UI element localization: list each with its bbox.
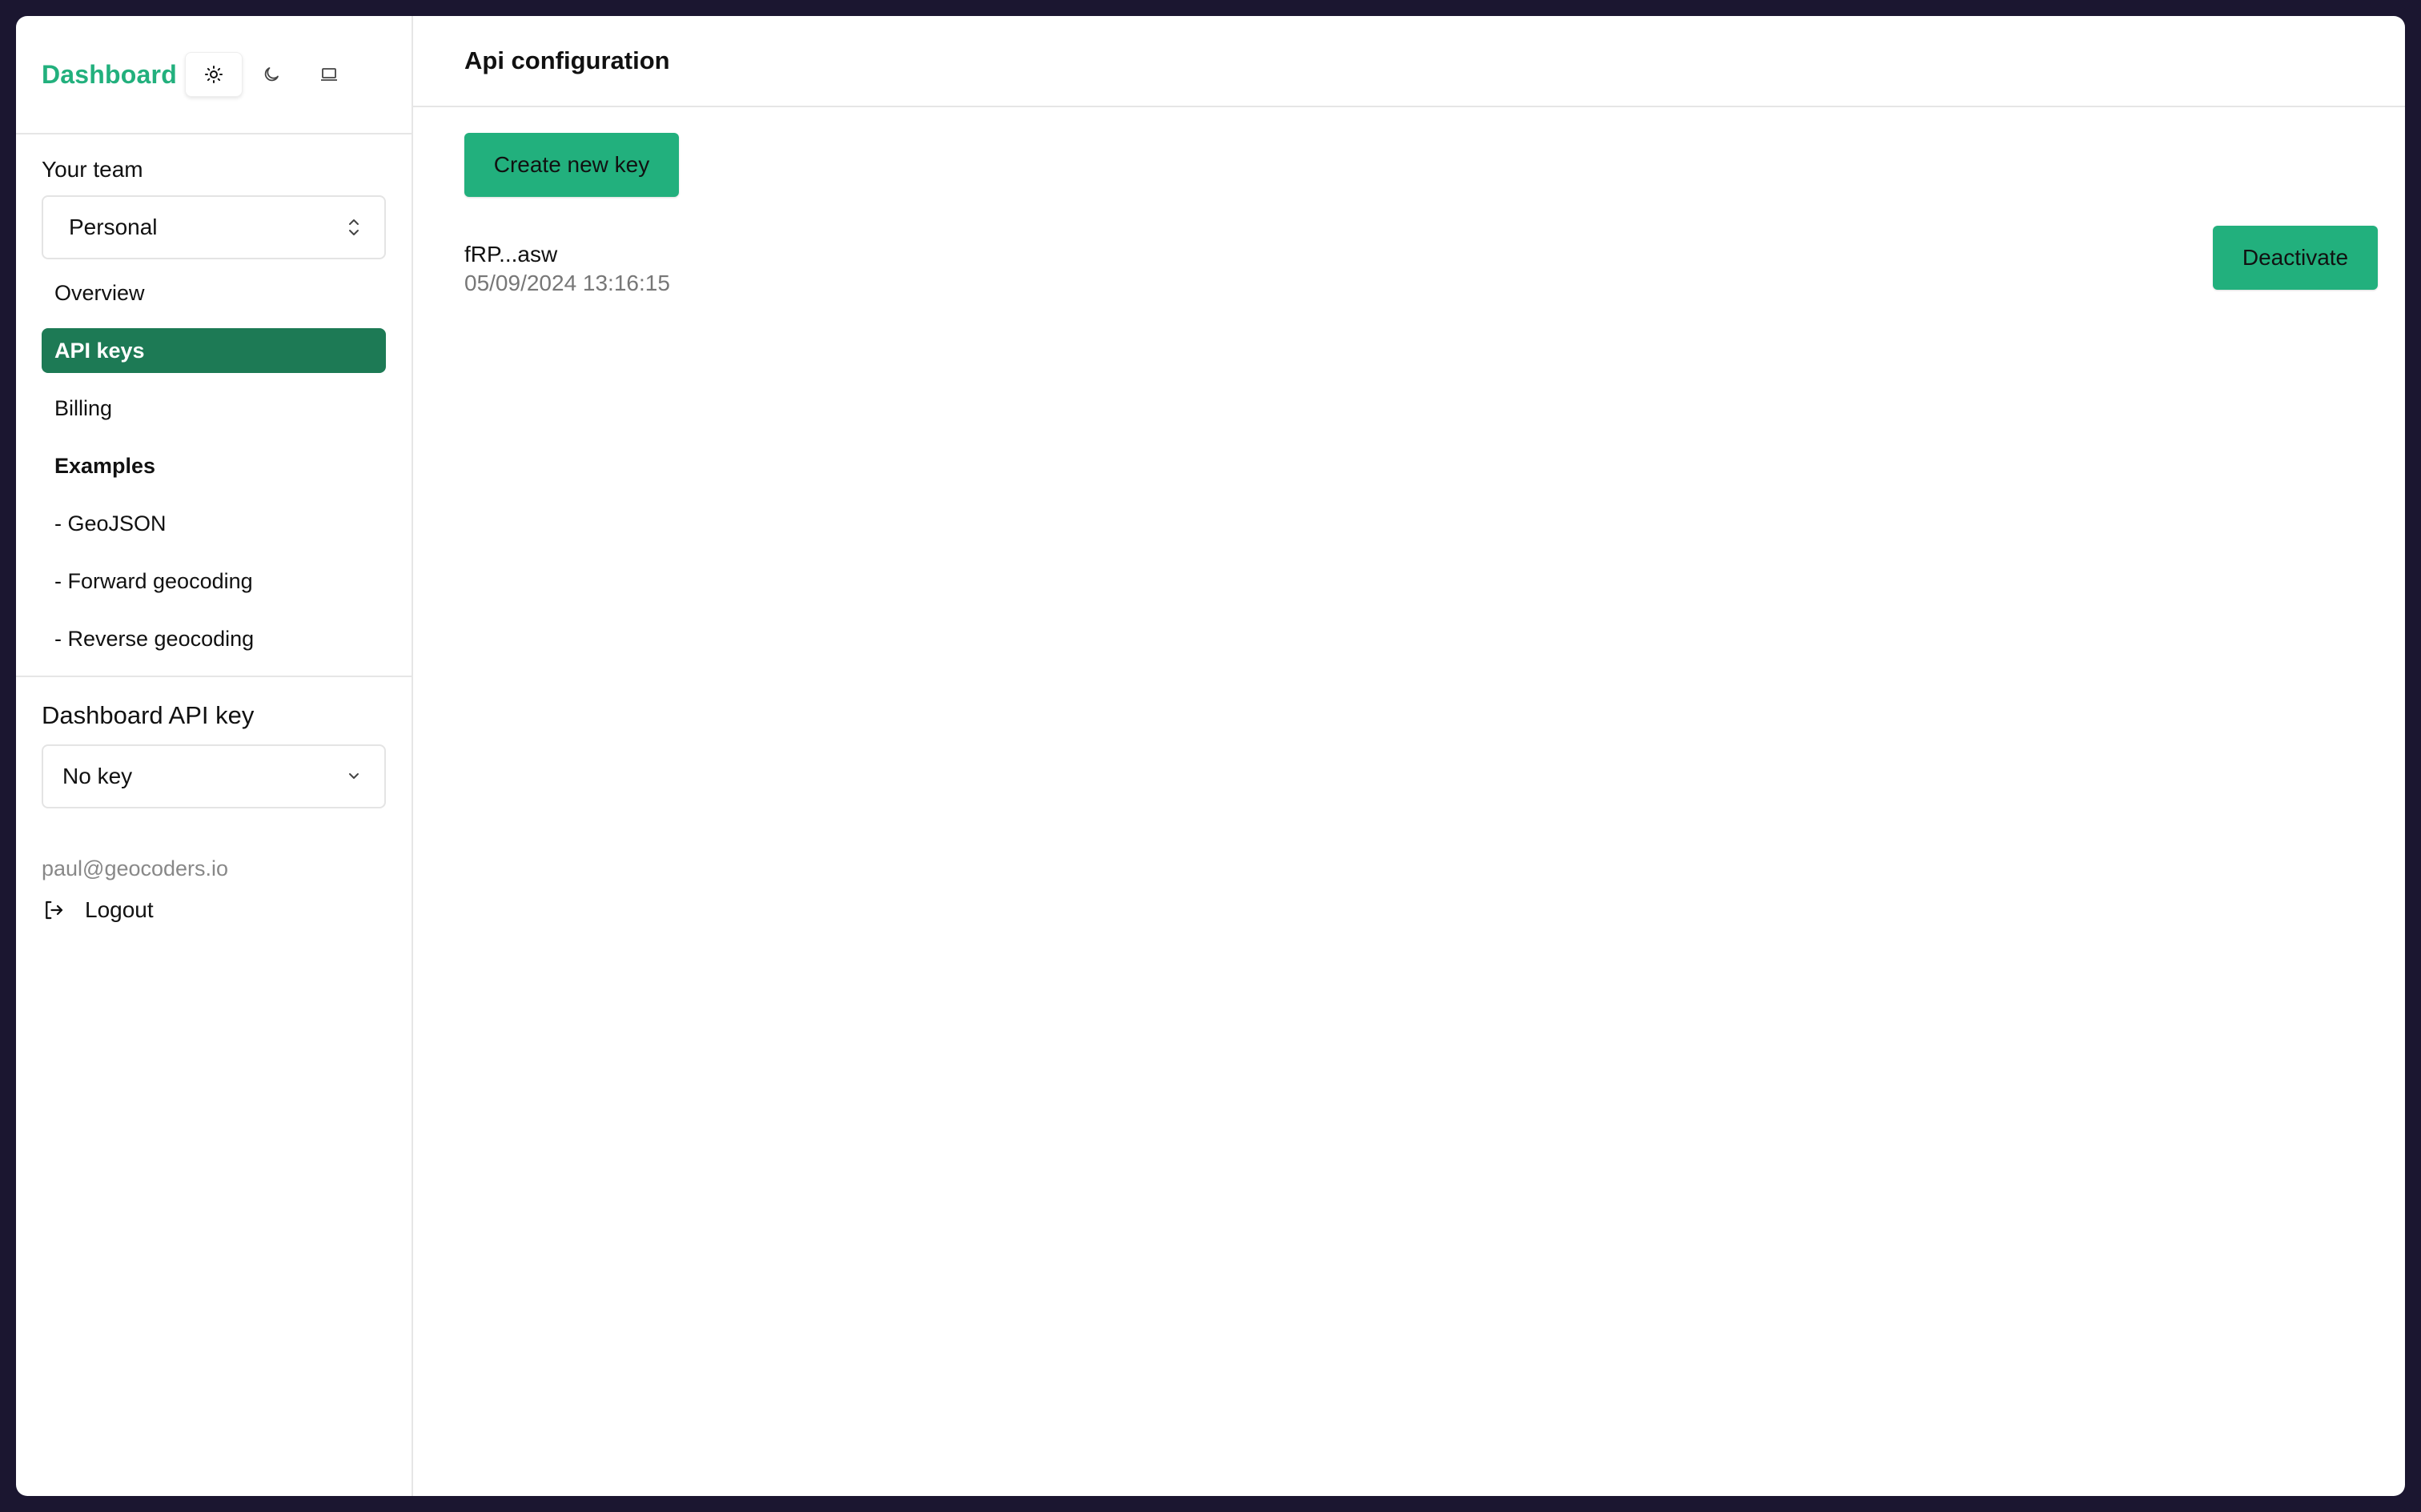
deactivate-button[interactable]: Deactivate xyxy=(2213,226,2378,290)
sidebar-heading-examples: Examples xyxy=(54,453,156,478)
main-content: Api configuration Create new key fRP...a… xyxy=(413,16,2405,1496)
logout-label: Logout xyxy=(85,897,154,922)
chevron-up-down-icon xyxy=(349,219,359,235)
api-key-info: fRP...asw 05/09/2024 13:16:15 xyxy=(464,242,670,296)
theme-switcher xyxy=(184,52,358,97)
brand-title[interactable]: Dashboard xyxy=(42,60,177,90)
sidebar-item-billing[interactable]: Billing xyxy=(42,386,386,431)
team-label: Your team xyxy=(42,157,143,182)
logout-button[interactable]: Logout xyxy=(42,897,386,923)
dashboard-key-section: Dashboard API key No key paul@geocoders.… xyxy=(16,677,412,923)
dashboard-key-select[interactable]: No key xyxy=(42,744,386,808)
team-select-value: Personal xyxy=(69,215,158,239)
system-theme-button[interactable] xyxy=(300,52,358,97)
api-key-date: 05/09/2024 13:16:15 xyxy=(464,271,670,295)
team-select[interactable]: Personal xyxy=(42,195,386,259)
user-email: paul@geocoders.io xyxy=(42,856,229,880)
app-window: Dashboard Your team Personal Overview AP… xyxy=(16,16,2405,1496)
dashboard-key-value: No key xyxy=(62,764,133,788)
sidebar-item-geojson[interactable]: - GeoJSON xyxy=(42,501,386,546)
laptop-icon xyxy=(320,68,337,81)
sidebar-item-overview[interactable]: Overview xyxy=(42,271,386,315)
sidebar-item-api-keys[interactable]: API keys xyxy=(42,328,386,373)
main-header: Api configuration xyxy=(413,16,2405,107)
sun-icon xyxy=(204,66,223,83)
chevron-down-icon xyxy=(349,773,359,779)
team-section: Your team Personal Overview API keys Bil… xyxy=(16,134,412,674)
dark-theme-button[interactable] xyxy=(243,52,300,97)
sidebar-nav: Overview API keys Billing Examples - Geo… xyxy=(42,271,386,661)
sidebar: Dashboard Your team Personal Overview AP… xyxy=(16,16,413,1496)
light-theme-button[interactable] xyxy=(184,52,243,97)
logout-icon xyxy=(46,900,63,920)
api-key-name: fRP...asw xyxy=(464,242,558,267)
api-key-row: fRP...asw 05/09/2024 13:16:15 Deactivate xyxy=(464,226,2378,296)
create-new-key-button[interactable]: Create new key xyxy=(464,133,679,197)
sidebar-header: Dashboard xyxy=(16,16,412,134)
dashboard-key-label: Dashboard API key xyxy=(42,701,255,729)
sidebar-item-forward-geocoding[interactable]: - Forward geocoding xyxy=(42,559,386,604)
sidebar-item-reverse-geocoding[interactable]: - Reverse geocoding xyxy=(42,616,386,661)
moon-icon xyxy=(264,67,279,82)
page-title: Api configuration xyxy=(464,46,670,74)
main-body: Create new key fRP...asw 05/09/2024 13:1… xyxy=(413,107,2405,296)
